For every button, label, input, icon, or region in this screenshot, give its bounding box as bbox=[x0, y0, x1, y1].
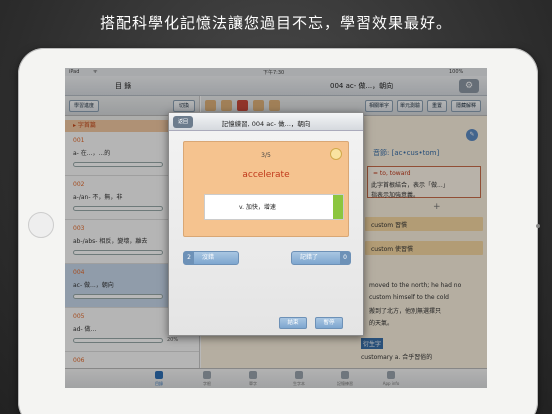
star-icon[interactable] bbox=[330, 148, 342, 160]
card-meaning: v. 加快，增速 bbox=[204, 194, 344, 220]
card-word: accelerate bbox=[242, 170, 290, 180]
meaning-indicator bbox=[333, 195, 343, 219]
finish-button[interactable]: 結束 bbox=[279, 317, 307, 329]
flashcard[interactable]: 3/5 accelerate v. 加快，增速 bbox=[183, 141, 349, 237]
promo-headline: 搭配科學化記憶法讓您過目不忘，學習效果最好。 bbox=[99, 14, 452, 32]
meaning-text: v. 加快，增速 bbox=[239, 204, 276, 211]
wrong-label: 記錯了 bbox=[300, 254, 319, 261]
correct-key: 2 bbox=[184, 252, 194, 264]
dialog-header: 返回 記憶練習, 004 ac- 做...，朝向 bbox=[169, 113, 363, 131]
camera-dot bbox=[536, 224, 540, 228]
pause-button[interactable]: 暫停 bbox=[315, 317, 343, 329]
correct-label: 沒錯 bbox=[202, 254, 215, 261]
memory-practice-dialog: 返回 記憶練習, 004 ac- 做...，朝向 3/5 accelerate … bbox=[168, 112, 364, 336]
correct-button[interactable]: 2 沒錯 bbox=[183, 251, 239, 265]
app-screen: iPad ᯤ 下午7:30 100% 目 錄 004 ac- 做...，朝向 ⚙… bbox=[65, 68, 487, 388]
home-button[interactable] bbox=[28, 212, 54, 238]
wrong-key: 0 bbox=[340, 252, 350, 264]
dialog-body: 3/5 accelerate v. 加快，增速 2 沒錯 記錯了 0 結束 暫停 bbox=[169, 131, 363, 335]
dialog-title: 記憶練習, 004 ac- 做...，朝向 bbox=[221, 120, 311, 128]
wrong-button[interactable]: 記錯了 0 bbox=[291, 251, 351, 265]
card-progress: 3/5 bbox=[261, 152, 271, 159]
